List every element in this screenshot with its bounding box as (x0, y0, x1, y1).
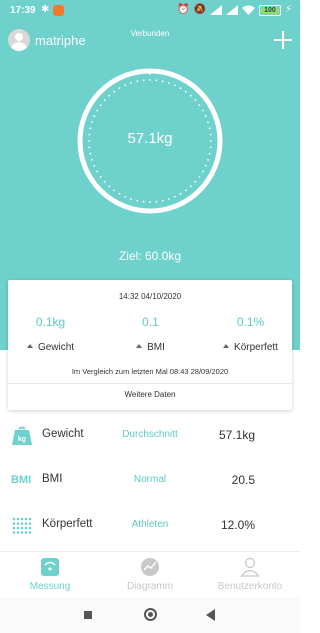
body-fat-dots-icon (12, 517, 32, 534)
mute-icon: 🔕 (193, 4, 206, 15)
user-icon (240, 557, 260, 577)
more-data-button[interactable]: Weitere Daten (8, 390, 292, 399)
system-nav-bar (0, 597, 300, 633)
divider (8, 383, 292, 384)
bolt-icon: ⚡ (284, 4, 292, 15)
metric-status: Normal (133, 474, 167, 485)
metric-value: 57.1kg (218, 428, 255, 442)
delta-weight: 0.1kg (35, 315, 66, 329)
bmi-icon: BMI (11, 474, 32, 486)
bluetooth-icon: ✱ (41, 4, 50, 15)
metric-value: 12.0% (220, 518, 255, 532)
chart-icon (141, 558, 159, 576)
scale-icon (41, 558, 59, 576)
metric-label: Körperfett (42, 518, 93, 530)
signal-icon (209, 5, 222, 15)
battery-level: 100 (264, 6, 276, 14)
nav-label: Messung (29, 581, 71, 592)
metric-label: Gewicht (42, 428, 84, 440)
comparison-card: 14:32 04/10/2020 0.1kg 0.1 0.1% Gewicht … (8, 280, 292, 410)
tab-messung[interactable]: Messung (0, 555, 100, 595)
metric-status: Athleten (131, 519, 169, 530)
nav-label: Benutzerkonto (217, 581, 283, 592)
back-icon[interactable] (206, 609, 215, 621)
metric-row-body-fat[interactable]: Körperfett Athleten 12.0% (0, 506, 300, 546)
status-time: 17:39 (10, 5, 36, 16)
delta-body-fat: 0.1% (236, 315, 265, 329)
measurement-datetime: 14:32 04/10/2020 (118, 292, 182, 301)
recents-icon[interactable] (84, 611, 92, 619)
current-weight: 57.1kg (127, 130, 173, 147)
arrow-up-icon (223, 344, 230, 348)
plus-icon[interactable] (273, 30, 293, 50)
metric-status: Durchschnitt (122, 429, 178, 440)
delta-bmi: 0.1 (142, 315, 159, 329)
metric-row-bmi[interactable]: BMI BMI Normal 20.5 (0, 461, 300, 501)
delta-weight-label: Gewicht (3, 342, 98, 353)
delta-bmi-label: BMI (103, 342, 198, 353)
metric-row-weight[interactable]: kg Gewicht Durchschnitt 57.1kg (0, 416, 300, 456)
svg-text:kg: kg (18, 436, 26, 443)
bottom-nav: Messung Diagramm Benutzerkonto (0, 551, 300, 595)
delta-body-fat-label: Körperfett (203, 342, 298, 353)
signal-icon (225, 5, 238, 15)
orange-app-icon (53, 5, 64, 16)
nav-label: Diagramm (126, 581, 174, 592)
connection-status: Verbunden (130, 29, 170, 38)
wifi-icon (241, 5, 255, 15)
tab-diagramm[interactable]: Diagramm (100, 555, 200, 595)
comparison-note: Im Vergleich zum letzten Mal 08:43 28/09… (71, 367, 229, 376)
arrow-up-icon (136, 344, 143, 348)
arrow-up-icon (26, 344, 33, 348)
battery-icon: 100 (258, 4, 281, 16)
metric-value: 20.5 (231, 473, 255, 487)
status-bar: 17:39 ✱ ⏰ 🔕 100 ⚡ (0, 0, 300, 22)
alarm-icon: ⏰ (177, 4, 190, 15)
scale-kg-icon: kg (12, 426, 32, 445)
goal-weight: Ziel: 60.0kg (118, 249, 182, 263)
home-icon[interactable] (144, 608, 157, 621)
tab-benutzerkonto[interactable]: Benutzerkonto (200, 555, 300, 595)
metric-label: BMI (42, 473, 63, 485)
